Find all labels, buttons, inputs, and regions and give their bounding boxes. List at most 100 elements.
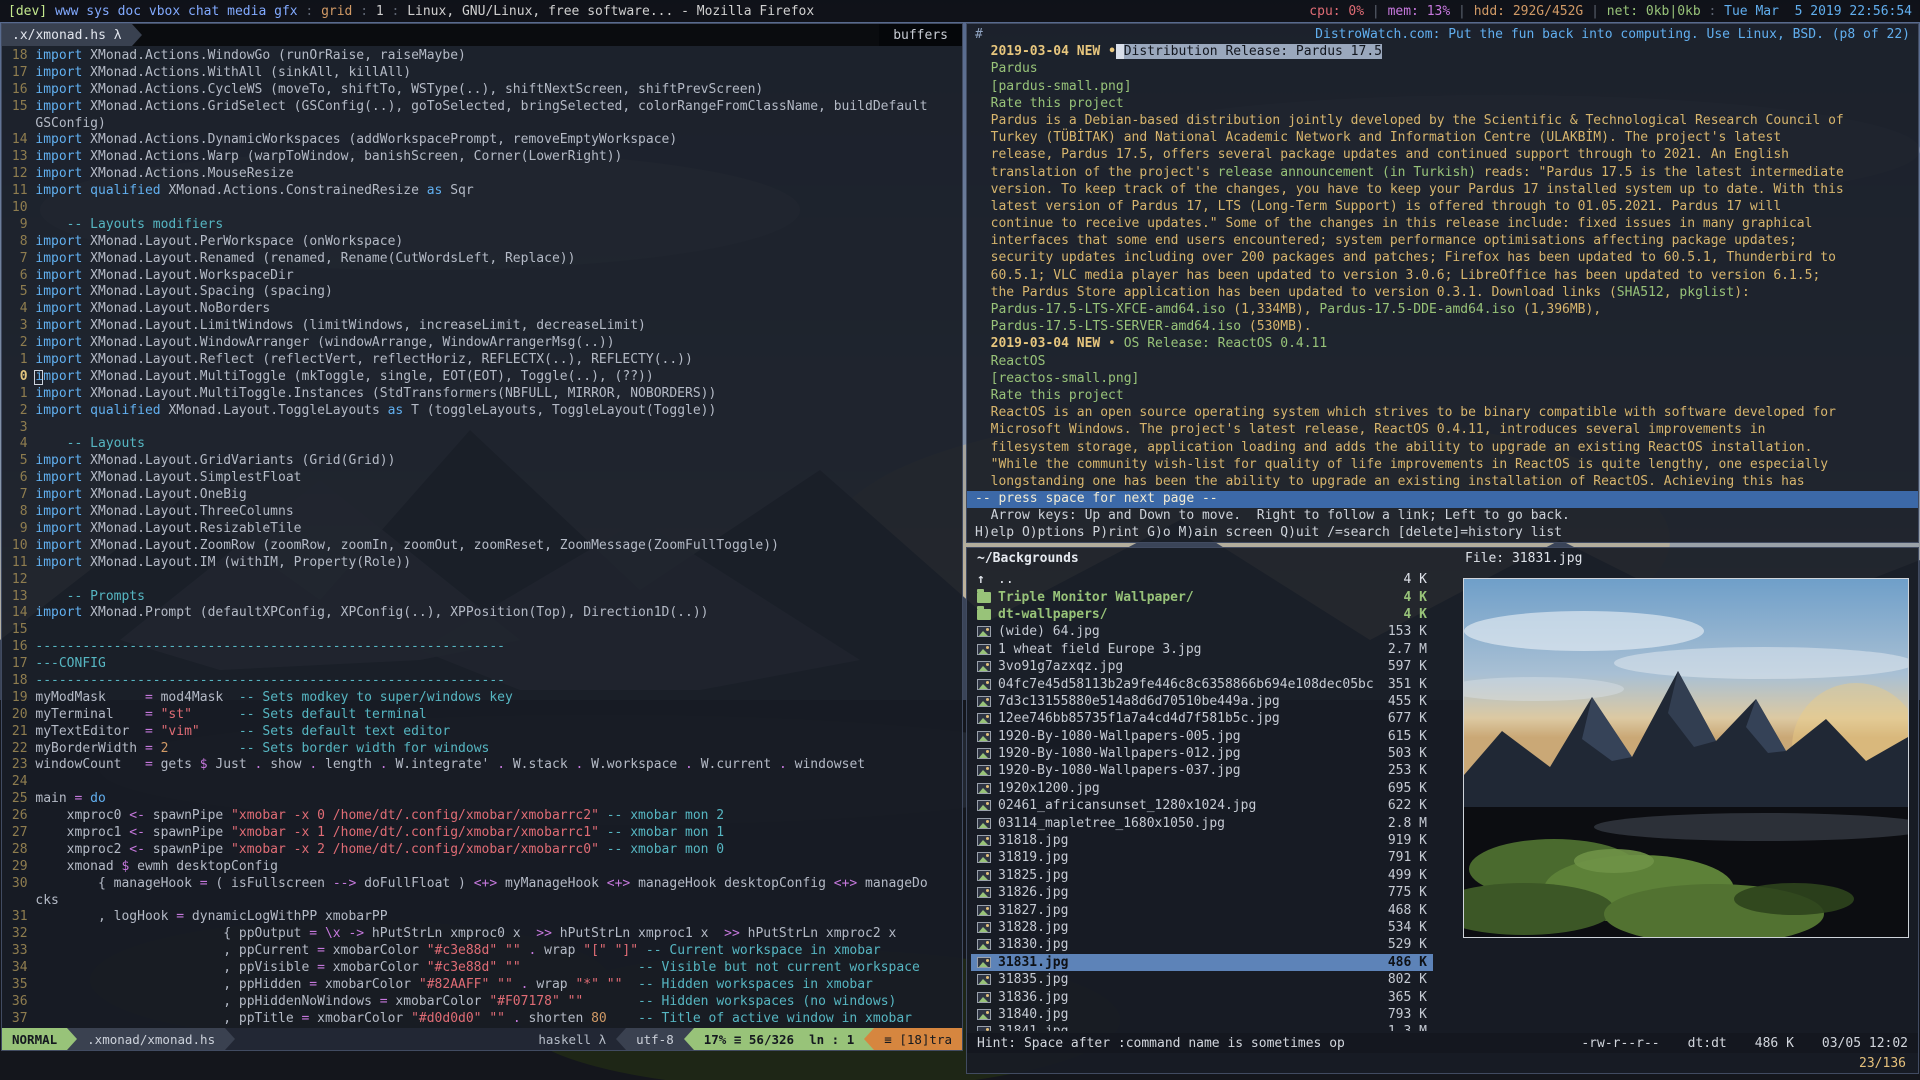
lynx-text: 60.5.1; VLC media player has been update… <box>975 268 1820 283</box>
file-list-item[interactable]: 7d3c13155880e514a8d6d70510be449a.jpg455 … <box>971 693 1433 710</box>
file-size: 677 K <box>1388 711 1427 726</box>
file-size: 351 K <box>1388 677 1427 692</box>
file-list-item[interactable]: 1920-By-1080-Wallpapers-037.jpg 253 K <box>971 762 1433 779</box>
code-line: 11import XMonad.Layout.IM (withIM, Prope… <box>8 555 962 572</box>
file-list-item[interactable]: 3vo91g7azxqz.jpg597 K <box>971 658 1433 675</box>
file-list-item[interactable]: 12ee746bb85735f1a7a4cd4d7f581b5c.jpg 677 … <box>971 710 1433 727</box>
line-number: 8 <box>8 234 28 251</box>
lynx-link[interactable]: ReactOS <box>991 354 1046 369</box>
fm-preview-pane <box>1453 571 1912 1031</box>
file-list-item[interactable]: 1920x1200.jpg695 K <box>971 780 1433 797</box>
file-size: 253 K <box>1388 763 1427 778</box>
topbar-segment[interactable]: www sys doc vbox chat media gfx <box>47 4 297 19</box>
file-list-item[interactable]: 31835.jpg802 K <box>971 971 1433 988</box>
lynx-selected-link[interactable]: Distribution Release: Pardus 17.5 <box>1124 44 1382 59</box>
file-name: 1920-By-1080-Wallpapers-037.jpg <box>998 763 1380 778</box>
fm-file-list: ↑..4 KTriple Monitor Wallpaper/4 Kdt-wal… <box>971 571 1433 1031</box>
lynx-link[interactable]: Pardus-17.5-DDE-amd64.iso <box>1319 302 1515 317</box>
file-list-item[interactable]: ↑..4 K <box>971 571 1433 588</box>
file-list-item[interactable]: 1920-By-1080-Wallpapers-005.jpg615 K <box>971 728 1433 745</box>
lynx-text-line: Rate this project <box>975 96 1910 113</box>
code-line: 14import XMonad.Actions.DynamicWorkspace… <box>8 132 962 149</box>
buffers-label[interactable]: buffers <box>879 24 962 46</box>
file-list-item[interactable]: 31825.jpg499 K <box>971 867 1433 884</box>
lynx-link[interactable]: SHA512 <box>1617 285 1664 300</box>
lynx-text: (1,396MB), <box>1515 302 1601 317</box>
lynx-text-line: the Pardus Store application has been up… <box>975 285 1910 302</box>
lynx-text-line: Microsoft Windows. The project's latest … <box>975 422 1910 439</box>
lynx-link[interactable]: Pardus <box>991 61 1038 76</box>
file-list-item[interactable]: 1 wheat field Europe 3.jpg2.7 M <box>971 641 1433 658</box>
file-size: 695 K <box>1388 781 1427 796</box>
file-size: 793 K <box>1388 1007 1427 1022</box>
lynx-link[interactable]: [pardus-small.png] <box>991 79 1132 94</box>
lynx-text: Pardus is a Debian-based distribution jo… <box>975 113 1844 128</box>
file-list-item[interactable]: 04fc7e45d58113b2a9fe446c8c6358866b694e10… <box>971 675 1433 692</box>
file-list-item[interactable]: 31826.jpg775 K <box>971 884 1433 901</box>
code-line: 13import XMonad.Actions.Warp (warpToWind… <box>8 149 962 166</box>
lynx-link[interactable]: Rate this project <box>991 388 1124 403</box>
line-number: 24 <box>8 774 28 791</box>
file-list-item[interactable]: dt-wallpapers/4 K <box>971 606 1433 623</box>
file-list-item[interactable]: 31840.jpg793 K <box>971 1006 1433 1023</box>
lynx-link[interactable]: (in Turkish) <box>1382 165 1476 180</box>
file-size: 499 K <box>1388 868 1427 883</box>
file-list-item[interactable]: 31828.jpg534 K <box>971 919 1433 936</box>
file-list-item[interactable]: 03114_mapletree_1680x1050.jpg2.8 M <box>971 814 1433 831</box>
fm-file-date: 03/05 12:02 <box>1822 1036 1908 1051</box>
lynx-text <box>975 302 991 317</box>
lynx-toolbar-hash[interactable]: # <box>975 27 983 44</box>
lynx-link[interactable]: Pardus-17.5-LTS-SERVER-amd64.iso <box>991 319 1241 334</box>
fm-current-path[interactable]: ~/Backgrounds <box>977 551 1079 566</box>
file-list-item[interactable]: 31831.jpg486 K <box>971 954 1433 971</box>
fm-preview-title: File: 31831.jpg <box>1465 551 1582 566</box>
lynx-link[interactable]: release announcement <box>1218 165 1375 180</box>
file-list-item[interactable]: Triple Monitor Wallpaper/4 K <box>971 588 1433 605</box>
file-list-item[interactable]: 31819.jpg791 K <box>971 849 1433 866</box>
code-line: 4import XMonad.Layout.NoBorders <box>8 301 962 318</box>
line-number: 37 <box>8 1011 28 1028</box>
fm-command-line[interactable]: 23/136 <box>967 1053 1918 1073</box>
lynx-link[interactable]: pkglist <box>1679 285 1734 300</box>
line-number: 9 <box>8 521 28 538</box>
line-number: 21 <box>8 724 28 741</box>
file-size: 775 K <box>1388 885 1427 900</box>
vim-code-area[interactable]: 18import XMonad.Actions.WindowGo (runOrR… <box>2 46 962 1028</box>
topbar-segment[interactable]: [dev] <box>8 4 47 19</box>
lynx-link[interactable]: OS Release: ReactOS 0.4.11 <box>1124 336 1328 351</box>
file-name: 1 wheat field Europe 3.jpg <box>998 642 1380 657</box>
code-line: 8import XMonad.Layout.ThreeColumns <box>8 504 962 521</box>
file-list-item[interactable]: 02461_africansunset_1280x1024.jpg622 K <box>971 797 1433 814</box>
file-name: 12ee746bb85735f1a7a4cd4d7f581b5c.jpg <box>998 711 1380 726</box>
line-number: 17 <box>8 656 28 673</box>
line-number: 18 <box>8 673 28 690</box>
vim-tab-label: .x/xmonad.hs λ <box>12 28 122 43</box>
file-list-item[interactable]: 31827.jpg468 K <box>971 901 1433 918</box>
topbar-segment: 1 <box>376 4 384 19</box>
lynx-text-line: 2019-03-04 NEW • OS Release: ReactOS 0.4… <box>975 336 1910 353</box>
lynx-link[interactable]: [reactos-small.png] <box>991 371 1140 386</box>
line-number: 6 <box>8 470 28 487</box>
lynx-link[interactable]: Pardus-17.5-LTS-XFCE-amd64.iso <box>991 302 1226 317</box>
file-name: Triple Monitor Wallpaper/ <box>998 590 1396 605</box>
powerline-arrow-icon <box>684 1028 694 1050</box>
vim-window: .x/xmonad.hs λ buffers 18import XMonad.A… <box>1 23 963 1051</box>
vim-tab[interactable]: .x/xmonad.hs λ <box>2 24 132 46</box>
file-list-item[interactable]: (wide) 64.jpg153 K <box>971 623 1433 640</box>
topbar-segment: grid <box>321 4 352 19</box>
code-line: 7import XMonad.Layout.Renamed (renamed, … <box>8 251 962 268</box>
image-icon <box>977 992 991 1003</box>
file-list-item[interactable]: 31830.jpg529 K <box>971 936 1433 953</box>
code-line: 22myBorderWidth = 2 -- Sets border width… <box>8 741 962 758</box>
file-list-item[interactable]: 1920-By-1080-Wallpapers-012.jpg503 K <box>971 745 1433 762</box>
file-list-item[interactable]: 31841.jpg1.3 M <box>971 1023 1433 1031</box>
lynx-link[interactable]: Rate this project <box>991 96 1124 111</box>
file-list-item[interactable]: 31818.jpg919 K <box>971 832 1433 849</box>
file-size: 4 K <box>1404 607 1427 622</box>
file-list-item[interactable]: 31836.jpg365 K <box>971 988 1433 1005</box>
code-line: 25main = do <box>8 791 962 808</box>
code-line: 10import XMonad.Layout.ZoomRow (zoomRow,… <box>8 538 962 555</box>
line-number: 15 <box>8 622 28 639</box>
file-size: 4 K <box>1404 572 1427 587</box>
file-size: 486 K <box>1388 955 1427 970</box>
